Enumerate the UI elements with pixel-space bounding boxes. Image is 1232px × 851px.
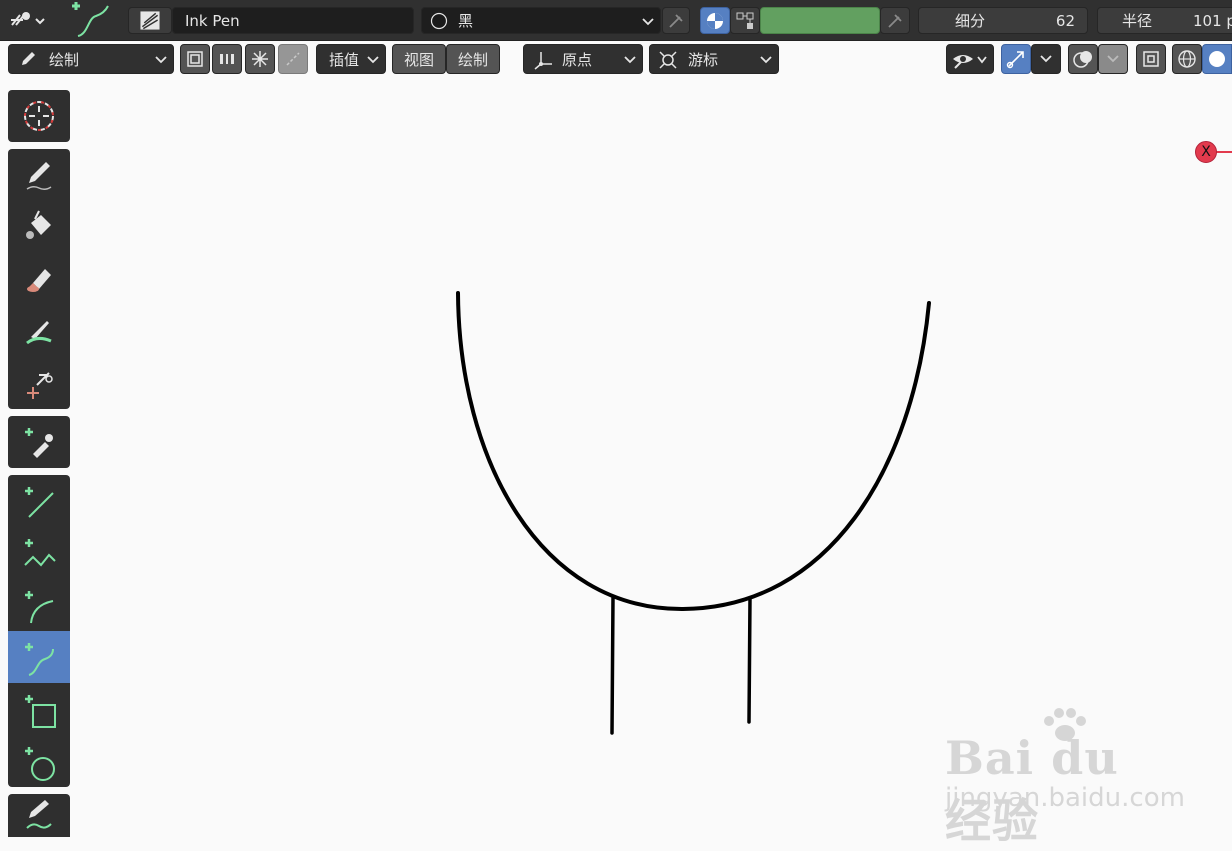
baidu-watermark: Bai du 经验 jingyan.baidu.com: [945, 705, 1185, 848]
axis-x-line: [1216, 151, 1232, 153]
right-leg-stroke: [747, 596, 752, 724]
watermark-url: jingyan.baidu.com: [945, 783, 1185, 813]
left-leg-stroke: [610, 596, 615, 735]
u-curve-stroke: [456, 291, 931, 612]
axis-x-handle[interactable]: X: [1195, 141, 1217, 163]
axis-x-label: X: [1201, 144, 1211, 160]
